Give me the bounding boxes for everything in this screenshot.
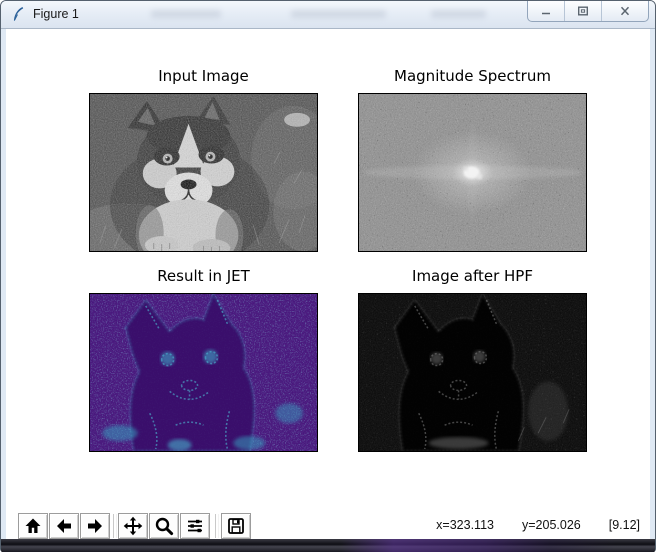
back-button[interactable] [49, 513, 79, 539]
screenshot-stage: Figure 1 Input Image Magnitude Spectrum … [0, 0, 656, 552]
save-button[interactable] [221, 513, 251, 539]
panel-title-image-after-hpf: Image after HPF [412, 267, 533, 285]
zoom-magnifier-icon [155, 517, 174, 536]
minimize-button[interactable] [528, 1, 565, 21]
cursor-status-readout: x=323.113 y=205.026 [9.12] [436, 511, 640, 539]
close-icon [620, 6, 630, 16]
titlebar-glass-artifact [291, 10, 386, 18]
panel-title-result-jet: Result in JET [157, 267, 250, 285]
input-image-panel[interactable] [89, 93, 318, 252]
figure-canvas[interactable]: Input Image Magnitude Spectrum Result in… [6, 29, 650, 511]
maximize-button[interactable] [565, 1, 602, 21]
window-controls [527, 1, 649, 22]
panel-title-magnitude-spectrum: Magnitude Spectrum [394, 67, 551, 85]
figure-window: Figure 1 Input Image Magnitude Spectrum … [0, 0, 656, 552]
configure-subplots-button[interactable] [180, 513, 210, 539]
minimize-icon [542, 12, 550, 15]
toolbar-separator [113, 514, 117, 538]
navigation-toolbar: x=323.113 y=205.026 [9.12] [6, 511, 650, 541]
window-bottom-border [1, 539, 655, 552]
maximize-icon [578, 6, 589, 16]
status-x-coordinate: x=323.113 [436, 518, 494, 532]
panel-title-input-image: Input Image [158, 67, 249, 85]
window-title: Figure 1 [33, 7, 79, 21]
result-jet-panel[interactable] [89, 293, 318, 452]
sliders-icon [188, 519, 202, 533]
titlebar-glass-artifact [431, 10, 486, 18]
magnitude-spectrum-panel[interactable] [358, 93, 587, 252]
window-bottom-border-tint [1, 539, 655, 552]
pan-arrows-icon [123, 516, 143, 536]
titlebar-glass-artifact [151, 10, 221, 18]
save-floppy-icon [228, 518, 244, 534]
toolbar-separator [215, 514, 219, 538]
image-after-hpf-panel[interactable] [358, 293, 587, 452]
matplotlib-feather-icon [10, 6, 26, 22]
back-arrow-icon [57, 519, 71, 533]
title-bar[interactable]: Figure 1 [1, 1, 655, 29]
forward-button[interactable] [80, 513, 110, 539]
status-pixel-value: [9.12] [608, 518, 640, 532]
zoom-button[interactable] [149, 513, 179, 539]
home-button[interactable] [18, 513, 48, 539]
close-button[interactable] [602, 1, 648, 21]
pan-button[interactable] [118, 513, 148, 539]
status-y-coordinate: y=205.026 [521, 518, 581, 532]
forward-arrow-icon [88, 519, 102, 533]
home-icon [25, 518, 41, 533]
